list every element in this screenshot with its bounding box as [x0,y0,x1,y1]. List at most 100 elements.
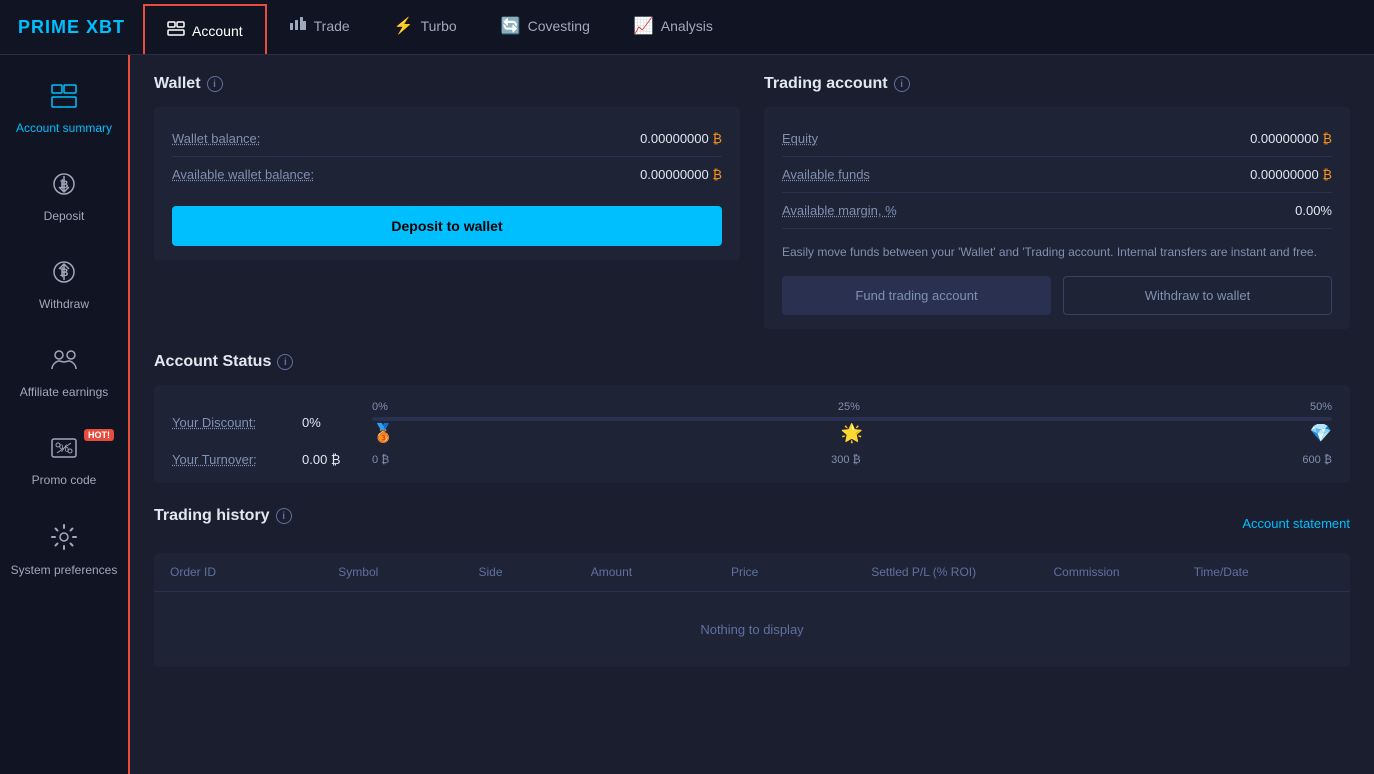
turnover-markers: 0 ₿ 300 ₿ 600 ₿ [372,454,1332,466]
nav-account[interactable]: Account [143,4,267,54]
trading-account-info-icon[interactable]: i [894,76,910,92]
account-status-title-text: Account Status [154,353,271,371]
available-wallet-balance-row: Available wallet balance: 0.00000000 ₿ [172,157,722,192]
account-status-card: Your Discount: 0% 0% 25% 50% 🥉 [154,385,1350,483]
col-side: Side [479,565,591,579]
equity-value: 0.00000000 ₿ [1250,131,1332,146]
nav-trade-label: Trade [314,18,350,34]
top-two-col: Wallet i Wallet balance: 0.00000000 ₿ Av… [154,75,1350,329]
wallet-info-icon[interactable]: i [207,76,223,92]
progress-icons: 🥉 🌟 💎 [372,423,1332,444]
nav-analysis-label: Analysis [661,18,713,34]
available-wallet-balance-value: 0.00000000 ₿ [640,167,722,182]
nav-account-label: Account [192,23,243,39]
sidebar-item-deposit[interactable]: ₿ Deposit [0,153,128,241]
nav-analysis[interactable]: 📈 Analysis [612,0,735,54]
account-status-title: Account Status i [154,353,1350,371]
account-status-info-icon[interactable]: i [277,354,293,370]
turn-marker-0: 0 ₿ [372,454,389,466]
turn-marker-300: 300 ₿ [831,454,861,466]
trading-history-info-icon[interactable]: i [276,508,292,524]
analysis-nav-icon: 📈 [634,16,654,36]
progress-icon-bronze: 🥉 [372,423,394,444]
available-margin-label[interactable]: Available margin, % [782,203,897,218]
sidebar-item-system[interactable]: System preferences [0,505,128,595]
available-funds-value: 0.00000000 ₿ [1250,167,1332,182]
deposit-to-wallet-button[interactable]: Deposit to wallet [172,206,722,246]
col-symbol: Symbol [338,565,478,579]
nav-turbo[interactable]: ⚡ Turbo [372,0,479,54]
fund-trading-account-button[interactable]: Fund trading account [782,276,1051,315]
sidebar-withdraw-label: Withdraw [39,297,89,311]
top-nav: PRIME XBT Account Trade ⚡ Turbo 🔄 Covest… [0,0,1374,55]
system-icon [50,523,78,557]
main-content: Wallet i Wallet balance: 0.00000000 ₿ Av… [130,55,1374,774]
equity-label[interactable]: Equity [782,131,818,146]
sidebar-promo-label: Promo code [32,473,97,487]
account-statement-link[interactable]: Account statement [1242,516,1350,531]
trading-account-btn-row: Fund trading account Withdraw to wallet [782,276,1332,315]
turnover-value: 0.00 ₿ [302,452,372,467]
turn-marker-600: 600 ₿ [1302,454,1332,466]
main-layout: Account summary ₿ Deposit ₿ Withdraw [0,55,1374,774]
wallet-card: Wallet balance: 0.00000000 ₿ Available w… [154,107,740,260]
discount-progress-bar-bg [372,417,1332,421]
logo-prime: PRIME [18,17,80,37]
withdraw-to-wallet-button[interactable]: Withdraw to wallet [1063,276,1332,315]
available-wallet-balance-label[interactable]: Available wallet balance: [172,167,314,182]
progress-label-0: 0% [372,401,388,413]
wallet-section: Wallet i Wallet balance: 0.00000000 ₿ Av… [154,75,740,329]
discount-row: Your Discount: 0% 0% 25% 50% 🥉 [172,401,1332,444]
discount-progress-labels: 0% 25% 50% [372,401,1332,413]
deposit-icon: ₿ [51,171,77,203]
available-funds-row: Available funds 0.00000000 ₿ [782,157,1332,193]
trading-account-description: Easily move funds between your 'Wallet' … [782,243,1332,262]
account-nav-icon [167,21,185,42]
sidebar-item-account-summary[interactable]: Account summary [0,65,128,153]
nav-items: Account Trade ⚡ Turbo 🔄 Covesting 📈 Anal… [143,0,735,54]
sidebar-item-affiliate[interactable]: Affiliate earnings [0,329,128,417]
sidebar: Account summary ₿ Deposit ₿ Withdraw [0,55,130,774]
col-order-id: Order ID [170,565,338,579]
nav-covesting[interactable]: 🔄 Covesting [479,0,612,54]
account-status-section: Account Status i Your Discount: 0% 0% 25… [154,353,1350,483]
table-empty-message: Nothing to display [154,592,1350,667]
nav-trade[interactable]: Trade [267,0,372,54]
wallet-title-text: Wallet [154,75,201,93]
covesting-nav-icon: 🔄 [501,16,521,36]
col-amount: Amount [591,565,731,579]
turbo-nav-icon: ⚡ [394,16,414,36]
col-pnl: Settled P/L (% ROI) [871,565,1053,579]
progress-label-50: 50% [1310,401,1332,413]
sidebar-deposit-label: Deposit [44,209,85,223]
account-summary-icon [50,83,78,115]
affiliate-icon [50,347,78,379]
trade-nav-icon [289,15,307,36]
sidebar-item-promo[interactable]: HOT! % Promo code [0,417,128,505]
sidebar-item-withdraw[interactable]: ₿ Withdraw [0,241,128,329]
trading-history-title: Trading history i [154,507,292,525]
turnover-label[interactable]: Your Turnover: [172,452,302,467]
promo-icon: % [50,435,78,467]
withdraw-icon: ₿ [51,259,77,291]
trading-account-title-text: Trading account [764,75,888,93]
trading-account-section: Trading account i Equity 0.00000000 ₿ Av… [764,75,1350,329]
discount-label[interactable]: Your Discount: [172,415,302,430]
table-header: Order ID Symbol Side Amount Price Settle… [154,553,1350,592]
progress-label-25: 25% [838,401,860,413]
wallet-balance-label[interactable]: Wallet balance: [172,131,260,146]
trading-account-title: Trading account i [764,75,1350,93]
progress-icon-silver: 🌟 [841,423,863,444]
available-margin-value: 0.00% [1295,203,1332,218]
equity-row: Equity 0.00000000 ₿ [782,121,1332,157]
logo-xbt: XBT [80,17,125,37]
sidebar-system-label: System preferences [11,563,118,577]
discount-value: 0% [302,415,372,430]
wallet-balance-row: Wallet balance: 0.00000000 ₿ [172,121,722,157]
col-price: Price [731,565,871,579]
wallet-balance-value: 0.00000000 ₿ [640,131,722,146]
nav-covesting-label: Covesting [528,18,590,34]
col-time: Time/Date [1194,565,1334,579]
available-funds-label[interactable]: Available funds [782,167,870,182]
discount-progress-container: 0% 25% 50% 🥉 🌟 💎 [372,401,1332,444]
